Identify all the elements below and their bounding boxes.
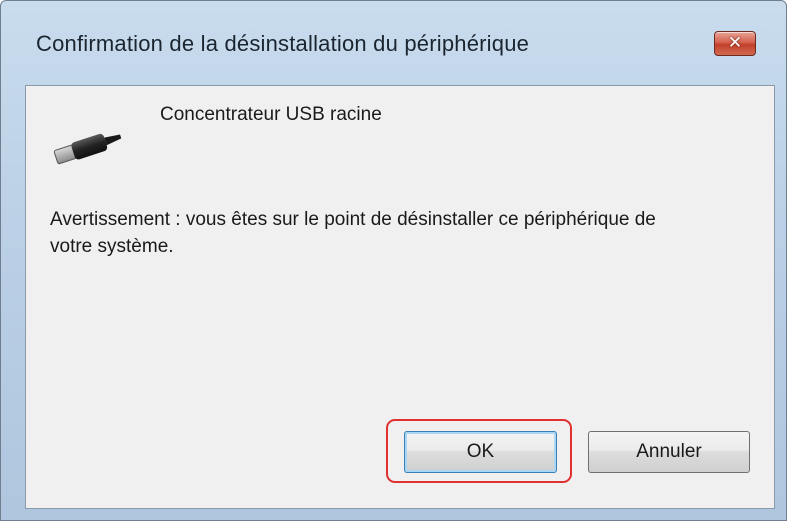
device-name: Concentrateur USB racine xyxy=(160,104,382,125)
warning-message: Avertissement : vous êtes sur le point d… xyxy=(50,209,656,257)
usb-icon xyxy=(48,116,128,176)
uninstall-confirmation-dialog: Confirmation de la désinstallation du pé… xyxy=(0,0,787,521)
dialog-content: Concentrateur USB racine Avertissement :… xyxy=(25,85,775,509)
dialog-title: Confirmation de la désinstallation du pé… xyxy=(36,31,530,56)
title-bar[interactable]: Confirmation de la désinstallation du pé… xyxy=(1,1,786,91)
cancel-button[interactable]: Annuler xyxy=(588,431,750,473)
close-icon: ✕ xyxy=(727,33,743,53)
close-button[interactable]: ✕ xyxy=(714,31,756,56)
ok-button[interactable]: OK xyxy=(404,431,557,473)
